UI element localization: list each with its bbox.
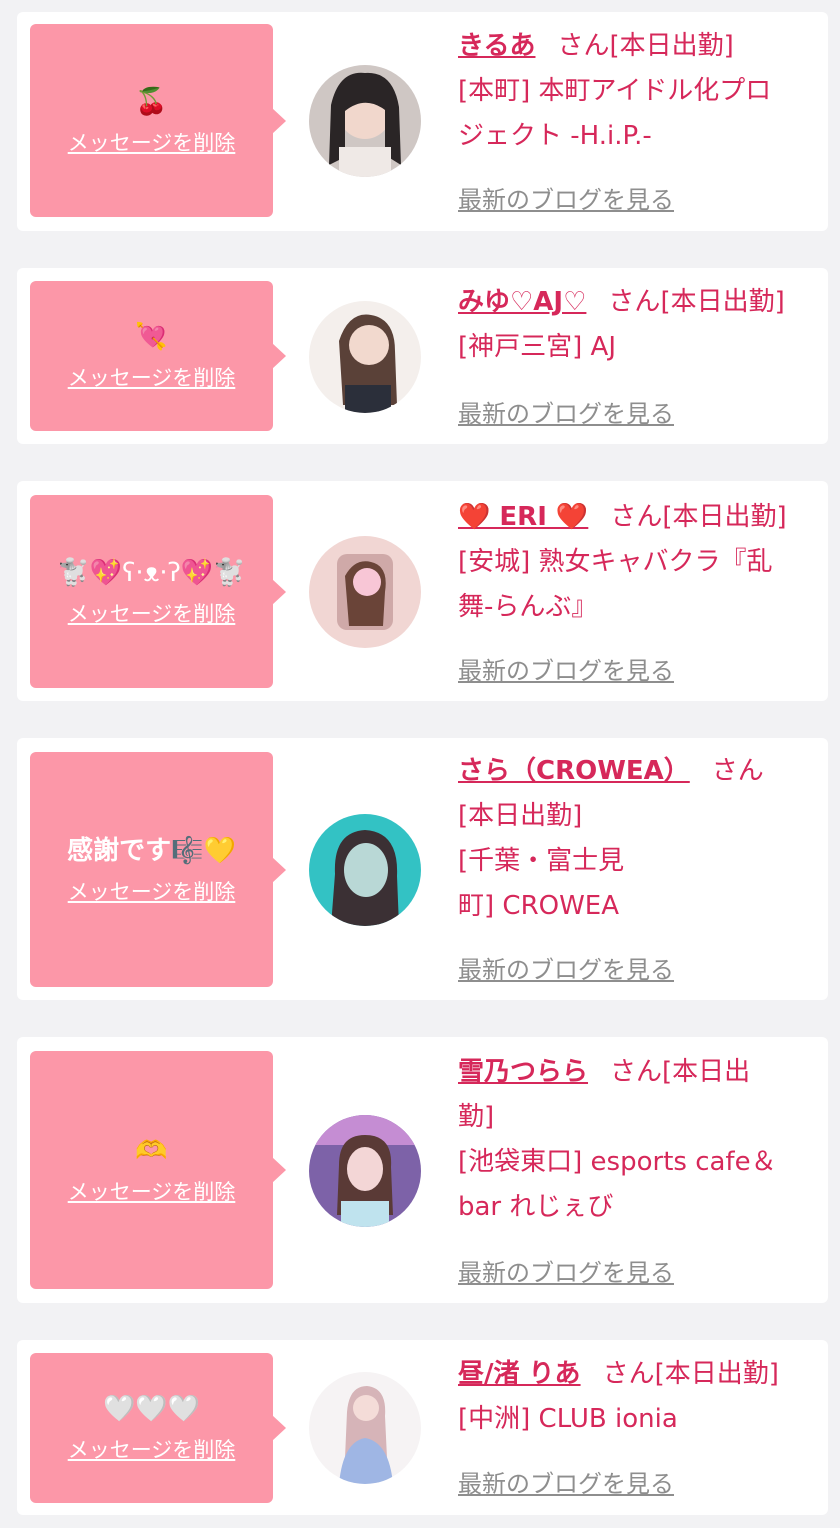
attendance-status: 勤]: [458, 1102, 495, 1132]
cast-info: さら（CROWEA） さん [本日出勤] [千葉・富士見 町] CROWEA: [458, 749, 823, 929]
delete-message-link[interactable]: メッセージを削除: [68, 127, 236, 157]
cast-name-link[interactable]: さら（CROWEA）: [458, 756, 690, 786]
avatar-photo: [309, 814, 421, 926]
message-text: 🍒: [135, 86, 168, 117]
shop-name: [千葉・富士見: [458, 846, 625, 876]
message-bubble: 🫶 メッセージを削除: [30, 1051, 286, 1289]
shop-name: [中洲] CLUB ionia: [458, 1404, 678, 1434]
attendance-status: [本日出勤]: [609, 31, 734, 61]
shop-name: [本町] 本町アイドル化プロ: [458, 76, 772, 106]
attendance-status: [本日出: [662, 1057, 751, 1087]
honorific: さん: [608, 287, 661, 317]
message-card: 🫶 メッセージを削除 雪乃つらら さん[本日出 勤] [池袋東口] esports…: [17, 1037, 828, 1303]
message-text: 🤍🤍🤍: [102, 1394, 201, 1424]
avatar[interactable]: [309, 301, 421, 413]
shop-name: [安城] 熟女キャバクラ『乱: [458, 547, 773, 577]
message-bubble: 🍒 メッセージを削除: [30, 24, 286, 217]
message-bubble: 🐩💖ʕ·ᴥ·ʔ💖🐩 メッセージを削除: [30, 495, 286, 688]
message-bubble: 🤍🤍🤍 メッセージを削除: [30, 1353, 286, 1503]
shop-name: 町] CROWEA: [458, 891, 620, 921]
cast-name-link[interactable]: ❤️ ERI ❤️: [458, 502, 588, 532]
cast-info: ❤️ ERI ❤️ さん[本日出勤] [安城] 熟女キャバクラ『乱 舞-らんぶ』: [458, 495, 823, 630]
shop-name: ジェクト -H.i.P.-: [458, 121, 652, 151]
avatar[interactable]: [309, 65, 421, 177]
avatar-photo: [309, 1372, 421, 1484]
cast-name-link[interactable]: きるあ: [458, 31, 535, 61]
avatar-photo: [309, 1115, 421, 1227]
cast-name-link[interactable]: みゆ♡AJ♡: [458, 287, 586, 317]
attendance-status: [本日出勤]: [458, 801, 583, 831]
honorific: さん: [610, 1057, 663, 1087]
cast-name-link[interactable]: 昼/渚 りあ: [458, 1359, 581, 1389]
message-bubble: 💘 メッセージを削除: [30, 281, 286, 431]
message-card: 🐩💖ʕ·ᴥ·ʔ💖🐩 メッセージを削除 ❤️ ERI ❤️ さん[本日出勤] [安城…: [17, 481, 828, 701]
message-text: 🫶: [135, 1136, 168, 1166]
message-bubble: 感謝です🎼💛 メッセージを削除: [30, 752, 286, 987]
cast-name-link[interactable]: 雪乃つらら: [458, 1057, 588, 1087]
latest-blog-link[interactable]: 最新のブログを見る: [458, 1464, 674, 1499]
attendance-status: [本日出勤]: [662, 502, 787, 532]
delete-message-link[interactable]: メッセージを削除: [68, 598, 236, 628]
avatar[interactable]: [309, 1115, 421, 1227]
latest-blog-link[interactable]: 最新のブログを見る: [458, 950, 674, 985]
latest-blog-link[interactable]: 最新のブログを見る: [458, 394, 674, 429]
avatar-photo: [309, 536, 421, 648]
delete-message-link[interactable]: メッセージを削除: [68, 1434, 236, 1464]
message-card: 🤍🤍🤍 メッセージを削除 昼/渚 りあ さん[本日出勤] [中洲] CLUB io…: [17, 1340, 828, 1515]
shop-name: [神戸三宮] AJ: [458, 332, 617, 362]
avatar[interactable]: [309, 814, 421, 926]
honorific: さん: [711, 756, 764, 786]
delete-message-link[interactable]: メッセージを削除: [68, 362, 236, 392]
honorific: さん: [610, 502, 663, 532]
avatar[interactable]: [309, 536, 421, 648]
message-card: 感謝です🎼💛 メッセージを削除 さら（CROWEA） さん [本日出勤] [千葉・…: [17, 738, 828, 1000]
attendance-status: [本日出勤]: [654, 1359, 779, 1389]
message-text: 💘: [135, 322, 168, 352]
honorific: さん: [557, 31, 610, 61]
cast-info: 昼/渚 りあ さん[本日出勤] [中洲] CLUB ionia: [458, 1352, 823, 1442]
attendance-status: [本日出勤]: [660, 287, 785, 317]
avatar-photo: [309, 65, 421, 177]
message-text: 感謝です🎼💛: [67, 835, 236, 866]
avatar[interactable]: [309, 1372, 421, 1484]
message-card: 💘 メッセージを削除 みゆ♡AJ♡ さん[本日出勤] [神戸三宮] AJ 最新のブ…: [17, 268, 828, 444]
latest-blog-link[interactable]: 最新のブログを見る: [458, 1253, 674, 1288]
cast-info: 雪乃つらら さん[本日出 勤] [池袋東口] esports cafe＆ bar …: [458, 1050, 823, 1230]
message-card: 🍒 メッセージを削除 きるあ さん[本日出勤] [本町] 本町アイドル化プロ ジェ…: [17, 12, 828, 231]
shop-name: bar れじぇび: [458, 1192, 614, 1222]
cast-info: きるあ さん[本日出勤] [本町] 本町アイドル化プロ ジェクト -H.i.P.-: [458, 24, 823, 159]
message-text: 🐩💖ʕ·ᴥ·ʔ💖🐩: [57, 557, 246, 588]
avatar-photo: [309, 301, 421, 413]
cast-info: みゆ♡AJ♡ さん[本日出勤] [神戸三宮] AJ: [458, 280, 823, 370]
shop-name: 舞-らんぶ』: [458, 592, 598, 622]
delete-message-link[interactable]: メッセージを削除: [68, 1176, 236, 1206]
honorific: さん: [602, 1359, 655, 1389]
latest-blog-link[interactable]: 最新のブログを見る: [458, 180, 674, 215]
delete-message-link[interactable]: メッセージを削除: [68, 876, 236, 906]
latest-blog-link[interactable]: 最新のブログを見る: [458, 651, 674, 686]
shop-name: [池袋東口] esports cafe＆: [458, 1147, 777, 1177]
